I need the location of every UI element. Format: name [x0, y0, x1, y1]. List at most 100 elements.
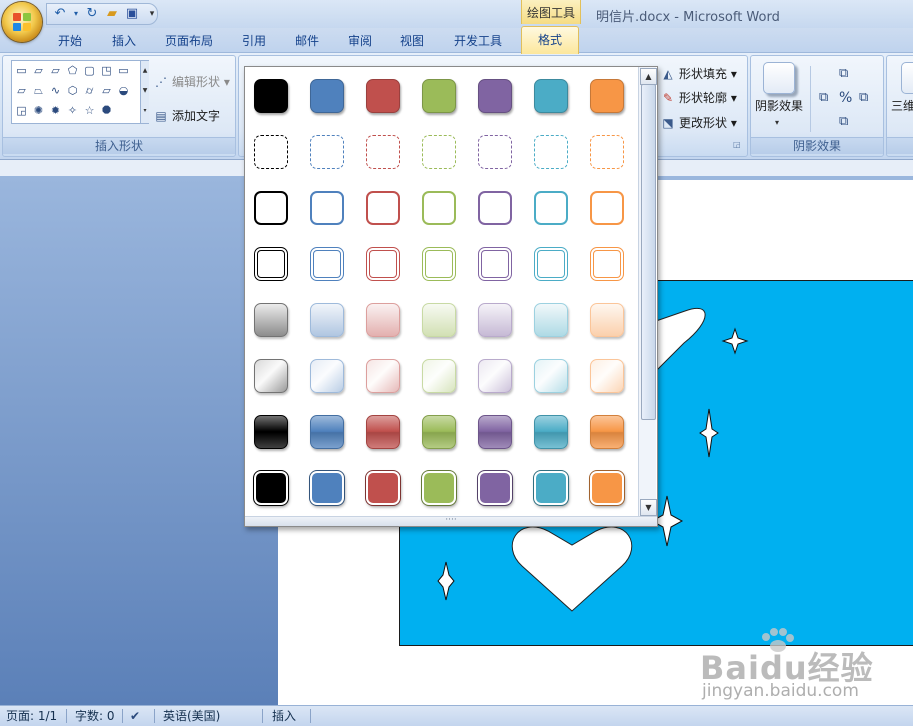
trapezoid-shape-icon[interactable]: ⏢: [30, 82, 47, 99]
gallery-scrollbar[interactable]: ▲ ▼: [638, 67, 657, 516]
tab-mailings[interactable]: 邮件: [295, 31, 319, 51]
tab-view[interactable]: 视图: [400, 31, 424, 51]
frame-shape-icon[interactable]: ▱: [98, 82, 115, 99]
shape-style-swatch[interactable]: [478, 247, 512, 281]
shape-style-swatch[interactable]: [534, 303, 568, 337]
shape-style-swatch[interactable]: [590, 247, 624, 281]
shape-style-swatch[interactable]: [366, 303, 400, 337]
shape-style-swatch[interactable]: [254, 247, 288, 281]
shape-style-swatch[interactable]: [590, 135, 624, 169]
shape-style-swatch[interactable]: [590, 79, 624, 113]
shape-style-swatch[interactable]: [590, 415, 624, 449]
shape-style-swatch[interactable]: [366, 247, 400, 281]
seal-shape-icon[interactable]: ✹: [47, 102, 64, 119]
shape-style-swatch[interactable]: [422, 135, 456, 169]
shape-style-swatch[interactable]: [254, 359, 288, 393]
shape-style-swatch[interactable]: [310, 471, 344, 505]
customize-qat-icon[interactable]: ▾: [143, 5, 161, 23]
edit-shape-button[interactable]: ⋰ 编辑形状 ▾: [153, 72, 230, 92]
shape-style-swatch[interactable]: [366, 79, 400, 113]
shapes-gallery[interactable]: ▭ ▱ ▱ ⬠ ▢ ◳ ▭ ▱ ⏢ ∿ ⬡ ⌭ ▱ ◒ ◲ ✺ ✹ ✧ ☆ ⯃ …: [11, 60, 149, 124]
can-shape-icon[interactable]: ⌭: [81, 82, 98, 99]
shape-style-swatch[interactable]: [534, 415, 568, 449]
add-text-button[interactable]: ▤ 添加文字: [153, 106, 220, 126]
cube-shape-icon[interactable]: ◲: [13, 102, 30, 119]
shape-outline-button[interactable]: ✎ 形状轮廓 ▾: [660, 88, 737, 108]
four-point-star-shape-icon[interactable]: ✧: [64, 102, 81, 119]
shape-style-swatch[interactable]: [254, 79, 288, 113]
shape-style-swatch[interactable]: [422, 471, 456, 505]
shadow-effects-icon[interactable]: [763, 62, 795, 94]
shape-style-swatch[interactable]: [422, 79, 456, 113]
nudge-shadow-left-icon[interactable]: ⧉: [819, 90, 828, 105]
shape-style-swatch[interactable]: [310, 191, 344, 225]
status-page[interactable]: 页面: 1/1: [6, 706, 57, 726]
open-folder-icon[interactable]: ▰: [103, 5, 121, 23]
shape-style-swatch[interactable]: [422, 415, 456, 449]
shape-style-swatch[interactable]: [478, 303, 512, 337]
office-button[interactable]: [2, 2, 42, 42]
shape-fill-button[interactable]: ◭ 形状填充 ▾: [660, 64, 736, 84]
shape-style-swatch[interactable]: [254, 191, 288, 225]
gallery-scroll-thumb[interactable]: [641, 84, 656, 420]
shape-style-swatch[interactable]: [366, 135, 400, 169]
parallelogram-shape-icon[interactable]: ▱: [47, 62, 64, 79]
explosion-shape-icon[interactable]: ✺: [30, 102, 47, 119]
shape-style-swatch[interactable]: [534, 471, 568, 505]
shadow-effects-button[interactable]: 阴影效果: [755, 96, 803, 116]
shape-style-swatch[interactable]: [478, 359, 512, 393]
shape-style-swatch[interactable]: [534, 191, 568, 225]
nudge-shadow-down-icon[interactable]: ⧉: [839, 114, 848, 129]
shapes-more-icon[interactable]: ▾: [141, 101, 149, 121]
change-shape-button[interactable]: ⬔ 更改形状 ▾: [660, 113, 737, 133]
gallery-resize-grip-icon[interactable]: ····: [245, 516, 657, 526]
three-d-effects-icon[interactable]: [901, 62, 913, 94]
shape-style-swatch[interactable]: [590, 471, 624, 505]
plaque-shape-icon[interactable]: ▭: [115, 62, 132, 79]
shape-style-swatch[interactable]: [590, 191, 624, 225]
shape-style-swatch[interactable]: [478, 191, 512, 225]
status-word-count[interactable]: 字数: 0: [75, 706, 115, 726]
shape-style-swatch[interactable]: [422, 303, 456, 337]
shape-style-swatch[interactable]: [310, 135, 344, 169]
shape-style-swatch[interactable]: [534, 247, 568, 281]
proofing-check-icon[interactable]: ✔: [130, 706, 140, 726]
shape-style-swatch[interactable]: [478, 135, 512, 169]
save-icon[interactable]: ▣: [123, 5, 141, 23]
redo-icon[interactable]: ↻: [83, 5, 101, 23]
chord-shape-icon[interactable]: ◒: [115, 82, 132, 99]
tab-review[interactable]: 审阅: [348, 31, 372, 51]
shape-style-swatch[interactable]: [254, 135, 288, 169]
shape-style-swatch[interactable]: [254, 303, 288, 337]
nudge-shadow-up-icon[interactable]: ⧉: [839, 66, 848, 81]
shape-style-swatch[interactable]: [366, 359, 400, 393]
shape-style-swatch[interactable]: [422, 247, 456, 281]
snip-rectangle-shape-icon[interactable]: ▱: [30, 62, 47, 79]
shape-style-swatch[interactable]: [310, 415, 344, 449]
shapes-gallery-scrollbar[interactable]: ▲ ▼ ▾: [140, 61, 149, 123]
gallery-scroll-up-icon[interactable]: ▲: [640, 68, 657, 85]
tab-developer[interactable]: 开发工具: [454, 31, 502, 51]
tab-page-layout[interactable]: 页面布局: [165, 31, 213, 51]
shape-style-swatch[interactable]: [590, 359, 624, 393]
shape-style-swatch[interactable]: [478, 471, 512, 505]
shape-style-swatch[interactable]: [366, 415, 400, 449]
shape-style-swatch[interactable]: [422, 359, 456, 393]
shape-style-swatch[interactable]: [254, 471, 288, 505]
shape-style-swatch[interactable]: [254, 415, 288, 449]
pentagon-shape-icon[interactable]: ⬠: [64, 62, 81, 79]
shape-style-swatch[interactable]: [422, 191, 456, 225]
shape-style-swatch[interactable]: [534, 135, 568, 169]
tab-format[interactable]: 格式: [521, 26, 579, 54]
shape-style-swatch[interactable]: [310, 79, 344, 113]
rounded-rectangle-shape-icon[interactable]: ▢: [81, 62, 98, 79]
wave-shape-icon[interactable]: ∿: [47, 82, 64, 99]
bevel-shape-icon[interactable]: ▱: [13, 82, 30, 99]
shape-style-swatch[interactable]: [534, 359, 568, 393]
shape-style-swatch[interactable]: [590, 303, 624, 337]
shadow-effects-dropdown-icon[interactable]: ▾: [775, 118, 779, 127]
five-point-star-shape-icon[interactable]: ☆: [81, 102, 98, 119]
shapes-scroll-down-icon[interactable]: ▼: [141, 81, 149, 101]
shape-style-swatch[interactable]: [310, 359, 344, 393]
folded-corner-shape-icon[interactable]: ◳: [98, 62, 115, 79]
